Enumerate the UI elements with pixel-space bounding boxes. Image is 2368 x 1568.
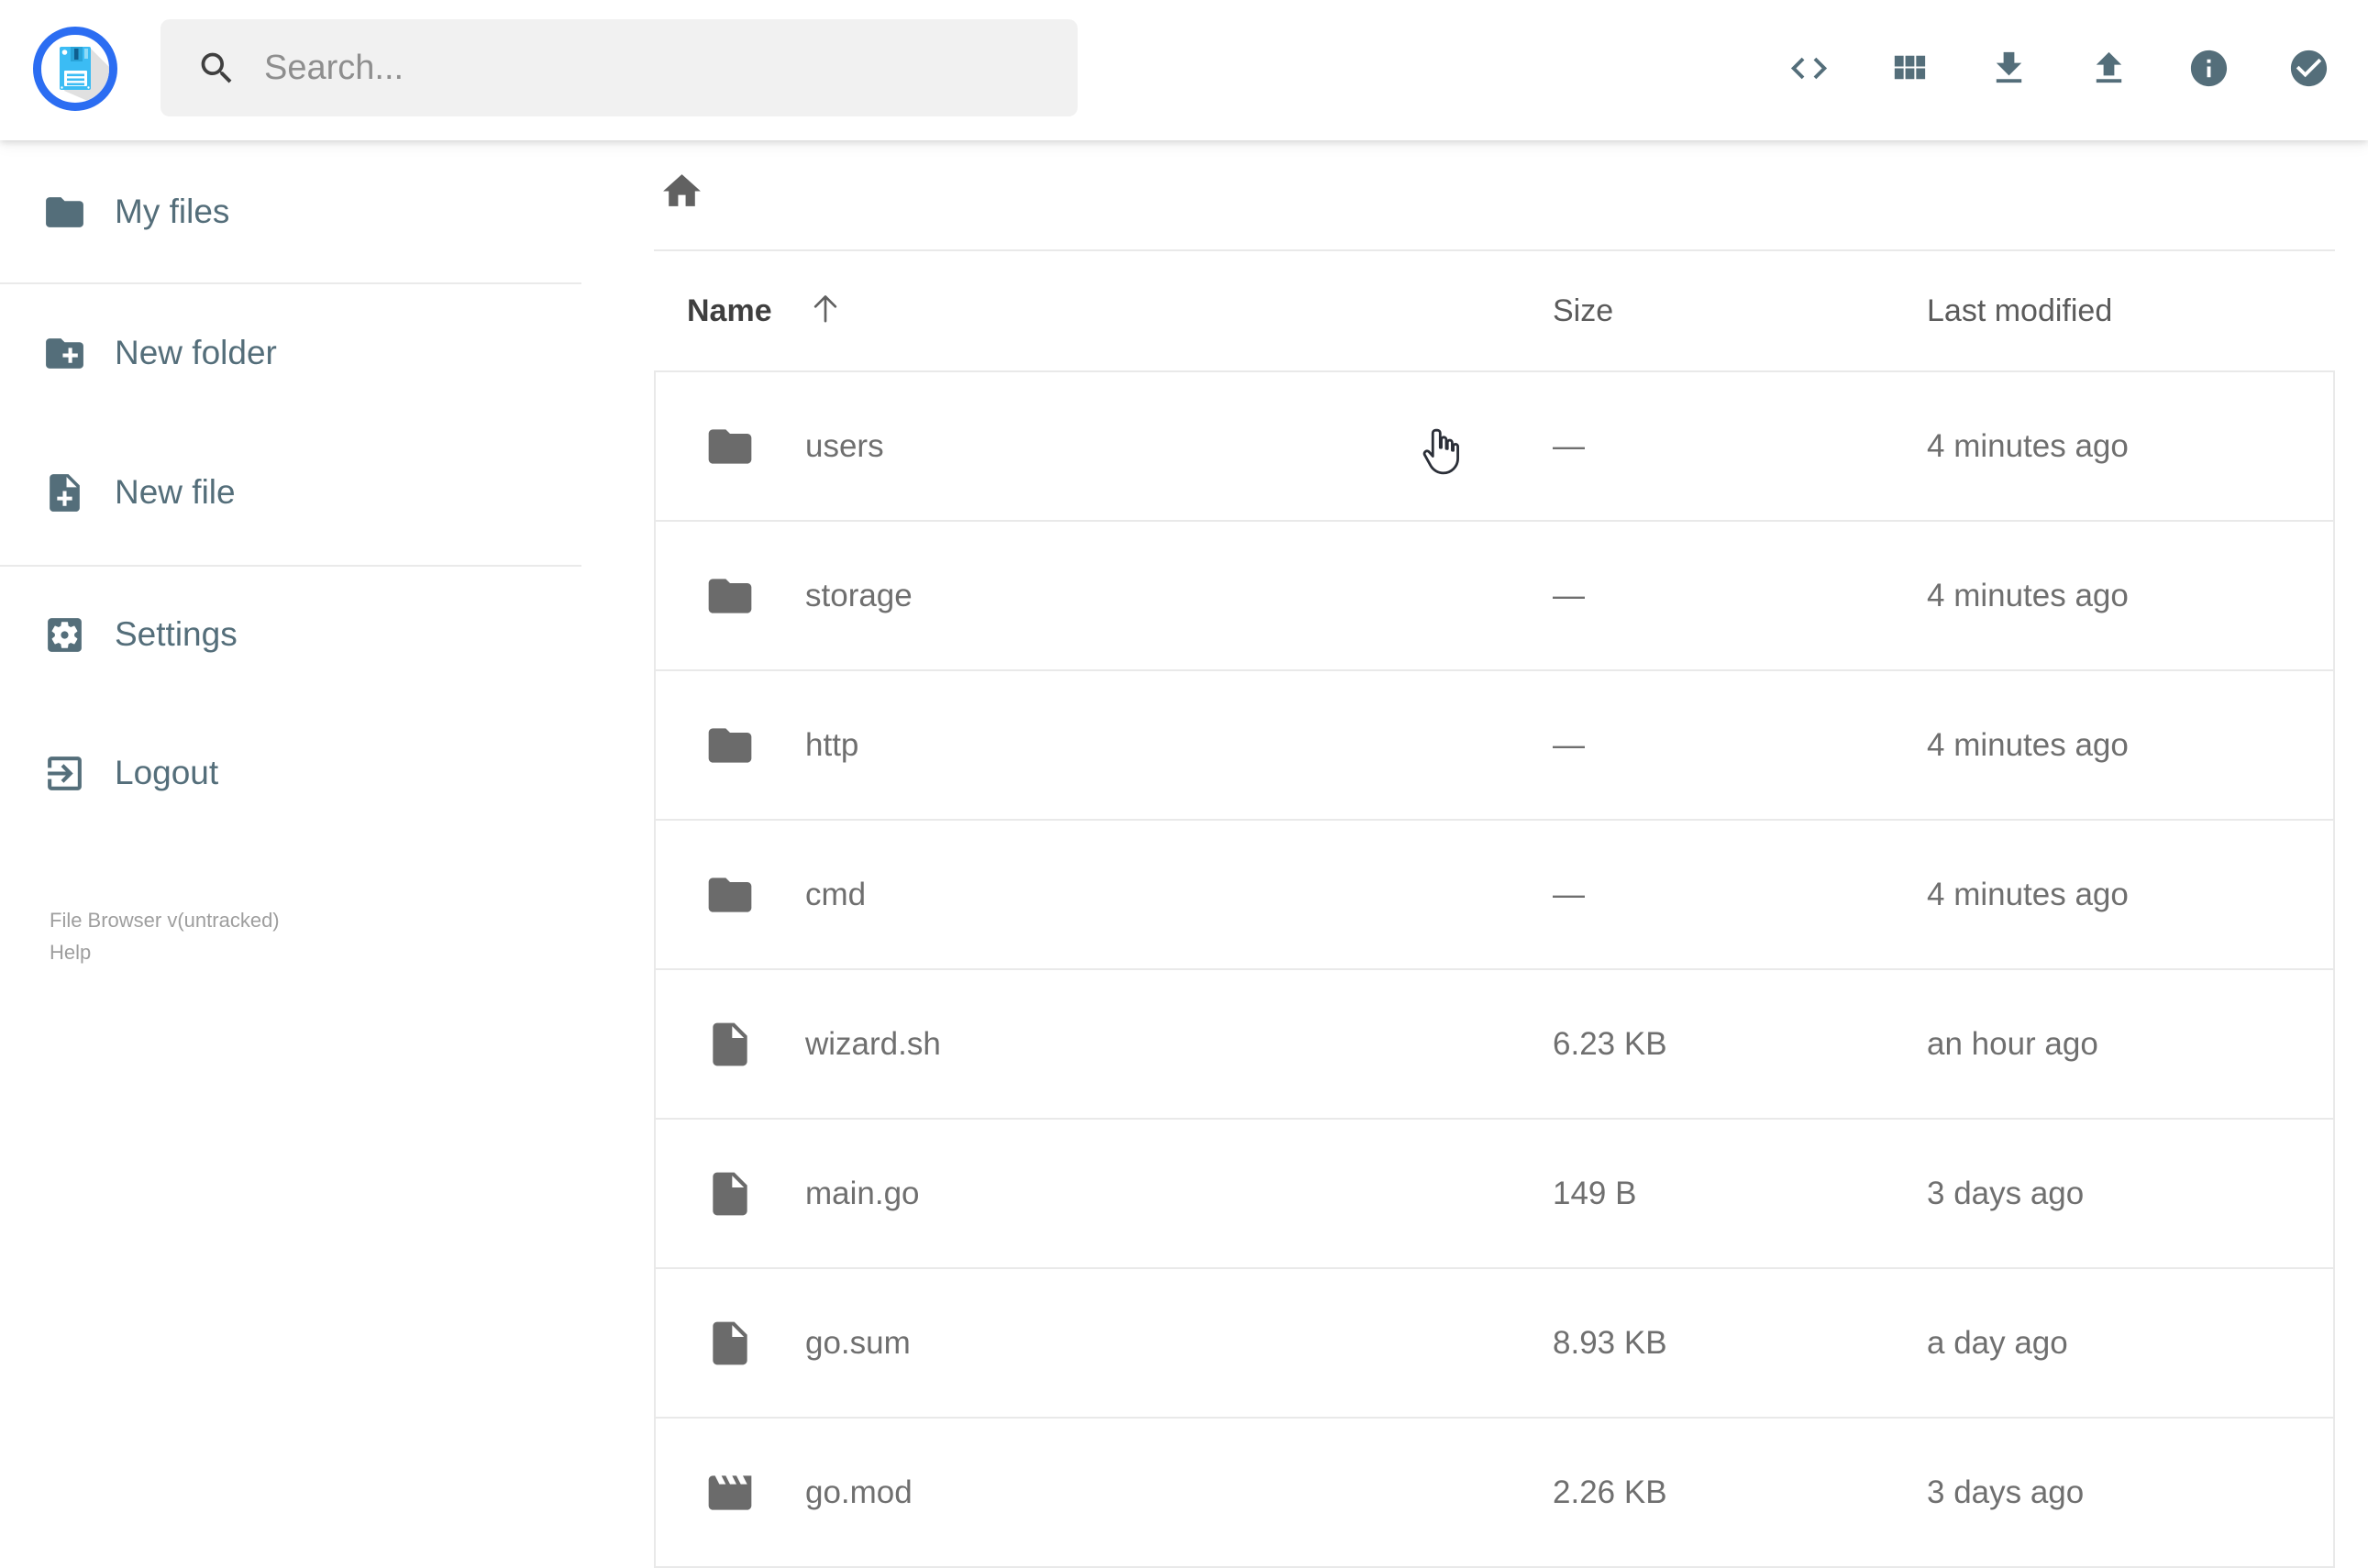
item-modified: an hour ago — [1927, 1025, 2098, 1062]
sidebar-item-settings[interactable]: Settings — [42, 612, 238, 657]
file-list: users — 4 minutes ago storage — 4 minutes ago… — [654, 370, 2335, 1568]
sidebar-item-my-files[interactable]: My files — [42, 189, 229, 235]
file-icon — [704, 1019, 756, 1070]
folder-row[interactable]: storage — 4 minutes ago — [656, 522, 2333, 671]
item-name: go.sum — [805, 1324, 911, 1361]
item-modified: 4 minutes ago — [1927, 876, 2129, 912]
folder-row[interactable]: cmd — 4 minutes ago — [656, 821, 2333, 970]
search-icon — [196, 48, 238, 89]
item-modified: 4 minutes ago — [1927, 577, 2129, 613]
check-circle-icon — [2287, 47, 2330, 90]
breadcrumb-home-button[interactable] — [659, 169, 704, 214]
item-modified: 3 days ago — [1927, 1175, 2085, 1211]
column-header-last-modified[interactable]: Last modified — [1927, 293, 2112, 329]
file-icon — [704, 1318, 756, 1369]
sort-ascending-indicator — [807, 290, 844, 326]
download-icon — [1987, 47, 2031, 90]
sidebar-item-label: My files — [115, 193, 230, 230]
movie-icon — [704, 1467, 756, 1518]
file-row[interactable]: go.mod 2.26 KB 3 days ago — [656, 1419, 2333, 1568]
item-name: cmd — [805, 876, 867, 912]
sidebar-divider — [0, 565, 581, 567]
item-name: main.go — [805, 1175, 920, 1211]
item-size: — — [1553, 577, 1585, 613]
download-button[interactable] — [1987, 47, 2031, 90]
item-size: 2.26 KB — [1553, 1474, 1667, 1510]
item-size: — — [1553, 876, 1585, 912]
item-name: http — [805, 726, 859, 763]
sidebar-item-label: New file — [115, 473, 236, 511]
item-name: storage — [805, 577, 913, 613]
folder-row[interactable]: users — 4 minutes ago — [656, 372, 2333, 522]
upload-button[interactable] — [2087, 47, 2130, 90]
sidebar-item-label: Logout — [115, 754, 219, 791]
search-input[interactable]: Search... — [160, 19, 1078, 116]
switch-view-button[interactable] — [1887, 47, 1931, 90]
breadcrumb-divider — [654, 249, 2335, 251]
item-size: 8.93 KB — [1553, 1324, 1667, 1361]
sidebar-item-label: Settings — [115, 615, 238, 653]
code-icon — [1787, 47, 1831, 90]
select-multiple-button[interactable] — [2287, 47, 2330, 90]
folder-icon — [704, 421, 756, 472]
help-link[interactable]: Help — [50, 936, 280, 968]
sidebar-divider — [0, 282, 581, 284]
sidebar-item-new-folder[interactable]: New folder — [42, 330, 277, 376]
item-name: go.mod — [805, 1474, 913, 1510]
app-version-text: File Browser v(untracked) — [50, 909, 280, 932]
folder-icon — [42, 190, 87, 235]
shell-button[interactable] — [1787, 47, 1831, 90]
app-logo[interactable] — [33, 27, 117, 111]
item-name: wizard.sh — [805, 1025, 941, 1062]
search-placeholder: Search... — [264, 48, 404, 87]
folder-icon — [704, 720, 756, 771]
item-size: 149 B — [1553, 1175, 1637, 1211]
folder-icon — [704, 869, 756, 921]
sidebar-item-label: New folder — [115, 334, 277, 371]
home-icon — [659, 169, 704, 214]
folder-row[interactable]: http — 4 minutes ago — [656, 671, 2333, 821]
header-actions — [1787, 47, 2330, 90]
item-size: 6.23 KB — [1553, 1025, 1667, 1062]
file-row[interactable]: wizard.sh 6.23 KB an hour ago — [656, 970, 2333, 1120]
file-row[interactable]: main.go 149 B 3 days ago — [656, 1120, 2333, 1269]
info-icon — [2187, 47, 2230, 90]
column-header-name[interactable]: Name — [687, 293, 772, 329]
new-file-icon — [42, 470, 87, 515]
floppy-disk-logo-icon — [33, 27, 117, 111]
item-name: users — [805, 427, 884, 464]
sidebar-item-new-file[interactable]: New file — [42, 469, 236, 515]
info-button[interactable] — [2187, 47, 2230, 90]
item-modified: a day ago — [1927, 1324, 2068, 1361]
item-size: — — [1553, 726, 1585, 763]
logout-icon — [42, 751, 87, 796]
sidebar-footer: File Browser v(untracked) Help — [50, 904, 280, 968]
app-header: Search... — [0, 0, 2368, 140]
arrow-up-icon — [807, 290, 844, 326]
item-modified: 3 days ago — [1927, 1474, 2085, 1510]
sidebar-item-logout[interactable]: Logout — [42, 750, 218, 796]
item-modified: 4 minutes ago — [1927, 726, 2129, 763]
grid-view-icon — [1887, 47, 1931, 90]
item-modified: 4 minutes ago — [1927, 427, 2129, 464]
folder-icon — [704, 570, 756, 622]
new-folder-icon — [42, 331, 87, 376]
column-header-size[interactable]: Size — [1553, 293, 1613, 329]
upload-icon — [2087, 47, 2130, 90]
file-icon — [704, 1168, 756, 1220]
settings-icon — [42, 613, 87, 657]
item-size: — — [1553, 427, 1585, 464]
file-row[interactable]: go.sum 8.93 KB a day ago — [656, 1269, 2333, 1419]
